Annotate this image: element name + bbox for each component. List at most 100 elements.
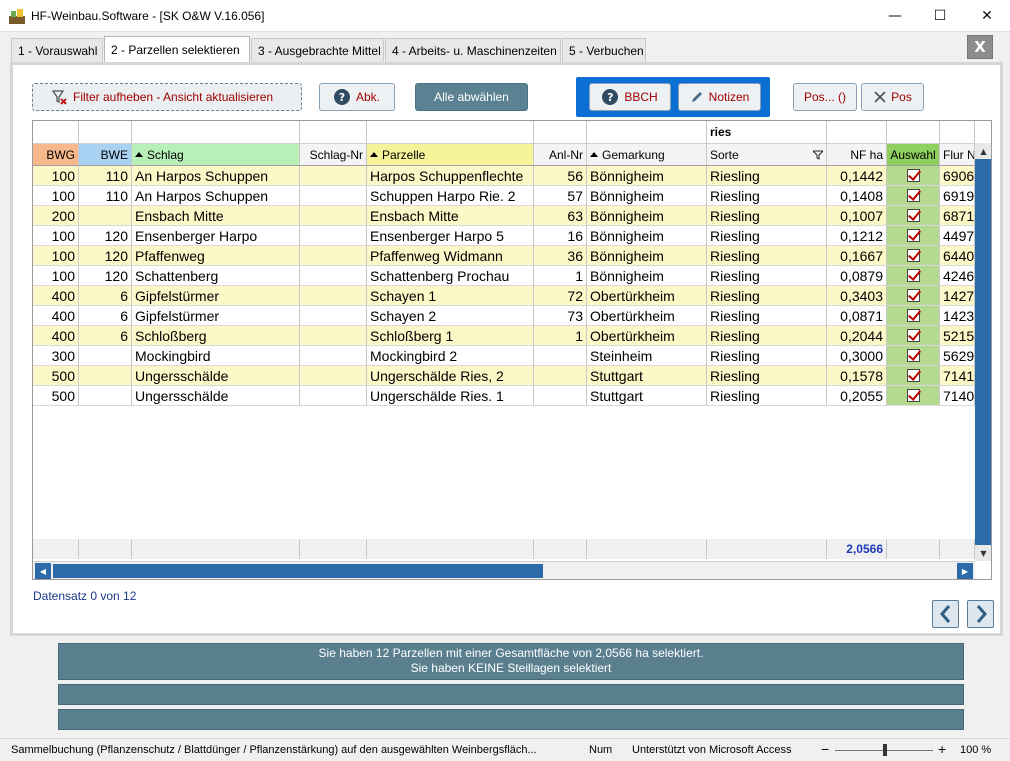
table-row[interactable]: 400 6 Schloßberg Schloßberg 1 1 Obertürkheim R…: [33, 326, 975, 346]
tab-verbuchen[interactable]: 5 - Verbuchen: [562, 38, 646, 62]
horizontal-scrollbar[interactable]: ◀ ▶: [33, 561, 975, 579]
table-row[interactable]: 100 120 Ensenberger Harpo Ensenberger Harpo…: [33, 226, 975, 246]
maximize-button[interactable]: ☐: [917, 0, 963, 32]
cell-auswahl[interactable]: [887, 166, 940, 186]
filter-auswahl[interactable]: [887, 121, 940, 144]
col-header-bwe[interactable]: BWE: [79, 144, 132, 166]
filter-schlag-nr[interactable]: [300, 121, 367, 144]
zoom-slider-thumb[interactable]: [883, 744, 887, 756]
table-row[interactable]: 100 120 Pfaffenweg Pfaffenweg Widmann 36 Bönn…: [33, 246, 975, 266]
vertical-scrollbar[interactable]: ▲ ▼: [975, 143, 991, 561]
horizontal-scroll-thumb[interactable]: [53, 564, 543, 578]
cell-parzelle: Schattenberg Prochau: [367, 266, 534, 286]
table-row[interactable]: 100 110 An Harpos Schuppen Harpos Schuppenf…: [33, 166, 975, 186]
scroll-left-icon[interactable]: ◀: [35, 563, 51, 579]
table-row[interactable]: 300 Mockingbird Mockingbird 2 Steinheim Ries…: [33, 346, 975, 366]
filter-bwg[interactable]: [33, 121, 79, 144]
minimize-button[interactable]: —: [872, 0, 918, 32]
auswahl-checkbox-icon[interactable]: [906, 209, 920, 222]
table-row[interactable]: 500 Ungersschälde Ungerschälde Ries. 1 Stut…: [33, 386, 975, 406]
scroll-down-icon[interactable]: ▼: [975, 545, 991, 561]
col-header-sorte[interactable]: Sorte: [707, 144, 827, 166]
col-header-anl-nr[interactable]: Anl-Nr: [534, 144, 587, 166]
auswahl-checkbox-icon[interactable]: [906, 389, 920, 402]
filter-flur-n[interactable]: [940, 121, 975, 144]
filter-sorte[interactable]: ries: [707, 121, 827, 144]
table-row[interactable]: 200 Ensbach Mitte Ensbach Mitte 63 Bönnighei…: [33, 206, 975, 226]
notizen-button[interactable]: Notizen: [678, 83, 761, 111]
next-record-button[interactable]: [967, 600, 994, 628]
auswahl-checkbox-icon[interactable]: [906, 349, 920, 362]
cell-auswahl[interactable]: [887, 226, 940, 246]
auswahl-checkbox-icon[interactable]: [906, 249, 920, 262]
cell-auswahl[interactable]: [887, 366, 940, 386]
table-row[interactable]: 400 6 Gipfelstürmer Schayen 1 72 Obertürkheim…: [33, 286, 975, 306]
cell-bwg: 400: [33, 326, 79, 346]
table-row[interactable]: 400 6 Gipfelstürmer Schayen 2 73 Obertürkheim…: [33, 306, 975, 326]
auswahl-checkbox-icon[interactable]: [906, 309, 920, 322]
bbch-button[interactable]: ? BBCH: [589, 83, 671, 111]
auswahl-checkbox-icon[interactable]: [906, 289, 920, 302]
previous-record-button[interactable]: [932, 600, 959, 628]
chevron-right-icon: [976, 605, 987, 623]
pos-dialog-button[interactable]: Pos... (): [793, 83, 857, 111]
auswahl-checkbox-icon[interactable]: [906, 189, 920, 202]
cell-bwg: 100: [33, 266, 79, 286]
cell-anl-nr: 63: [534, 206, 587, 226]
col-header-flur-n[interactable]: Flur N: [940, 144, 975, 166]
abk-button[interactable]: ? Abk.: [319, 83, 395, 111]
cell-auswahl[interactable]: [887, 326, 940, 346]
auswahl-checkbox-icon[interactable]: [906, 269, 920, 282]
table-row[interactable]: 100 110 An Harpos Schuppen Schuppen Harpo R…: [33, 186, 975, 206]
cell-parzelle: Mockingbird 2: [367, 346, 534, 366]
window-title: HF-Weinbau.Software - [SK O&W V.16.056]: [31, 9, 265, 23]
auswahl-checkbox-icon[interactable]: [906, 229, 920, 242]
filter-parzelle[interactable]: [367, 121, 534, 144]
zoom-out-icon[interactable]: −: [821, 741, 829, 757]
zoom-in-icon[interactable]: +: [938, 741, 946, 757]
cell-anl-nr: [534, 386, 587, 406]
cell-schlag-nr: [300, 266, 367, 286]
filter-gemarkung[interactable]: [587, 121, 707, 144]
col-header-parzelle-label: Parzelle: [382, 147, 426, 162]
col-header-nf-ha[interactable]: NF ha: [827, 144, 887, 166]
col-header-auswahl[interactable]: Auswahl: [887, 144, 940, 166]
cell-auswahl[interactable]: [887, 306, 940, 326]
filter-anl-nr[interactable]: [534, 121, 587, 144]
scroll-right-icon[interactable]: ▶: [957, 563, 973, 579]
col-header-gemarkung[interactable]: Gemarkung: [587, 144, 707, 166]
col-header-schlag-nr[interactable]: Schlag-Nr: [300, 144, 367, 166]
cell-auswahl[interactable]: [887, 206, 940, 226]
auswahl-checkbox-icon[interactable]: [906, 329, 920, 342]
filter-reset-button[interactable]: Filter aufheben - Ansicht aktualisieren: [32, 83, 302, 111]
status-description: Sammelbuchung (Pflanzenschutz / Blattdün…: [11, 744, 537, 756]
cell-sorte: Riesling: [707, 166, 827, 186]
filter-nf-ha[interactable]: [827, 121, 887, 144]
tab-parzellen-selektieren[interactable]: 2 - Parzellen selektieren: [104, 36, 250, 62]
table-row[interactable]: 500 Ungersschälde Ungerschälde Ries, 2 Stut…: [33, 366, 975, 386]
filter-schlag[interactable]: [132, 121, 300, 144]
scroll-up-icon[interactable]: ▲: [975, 143, 991, 159]
auswahl-checkbox-icon[interactable]: [906, 369, 920, 382]
pos-remove-button[interactable]: Pos: [861, 83, 924, 111]
cell-auswahl[interactable]: [887, 346, 940, 366]
tab-ausgebrachte-mittel[interactable]: 3 - Ausgebrachte Mittel: [251, 38, 384, 62]
col-header-bwg[interactable]: BWG: [33, 144, 79, 166]
close-window-button[interactable]: ✕: [964, 0, 1010, 32]
filter-bwe[interactable]: [79, 121, 132, 144]
auswahl-checkbox-icon[interactable]: [906, 169, 920, 182]
col-header-parzelle[interactable]: Parzelle: [367, 144, 534, 166]
col-header-schlag[interactable]: Schlag: [132, 144, 300, 166]
tab-arbeits-maschinenzeiten[interactable]: 4 - Arbeits- u. Maschinenzeiten: [385, 38, 561, 62]
cell-gemarkung: Bönnigheim: [587, 186, 707, 206]
cell-auswahl[interactable]: [887, 266, 940, 286]
deselect-all-button[interactable]: Alle abwählen: [415, 83, 528, 111]
cell-auswahl[interactable]: [887, 386, 940, 406]
table-row[interactable]: 100 120 Schattenberg Schattenberg Prochau 1 B…: [33, 266, 975, 286]
col-header-sorte-label: Sorte: [710, 147, 739, 162]
tab-vorauswahl[interactable]: 1 - Vorauswahl: [11, 38, 103, 62]
cell-auswahl[interactable]: [887, 186, 940, 206]
close-form-button[interactable]: X: [967, 35, 993, 59]
cell-auswahl[interactable]: [887, 286, 940, 306]
cell-auswahl[interactable]: [887, 246, 940, 266]
